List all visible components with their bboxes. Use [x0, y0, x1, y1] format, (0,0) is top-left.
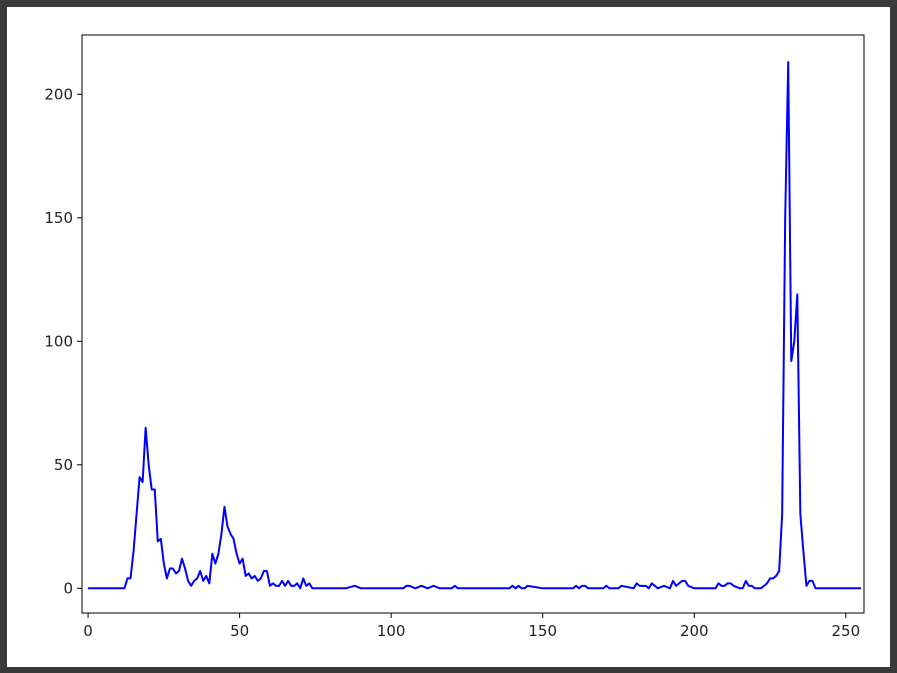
x-tick-label: 0	[83, 622, 93, 640]
x-axis: 0 50 100 150 200 250	[83, 613, 860, 640]
x-tick-label: 100	[377, 622, 406, 640]
y-tick-label: 50	[54, 456, 73, 474]
x-tick-label: 150	[528, 622, 557, 640]
y-tick-label: 200	[44, 85, 73, 103]
y-axis: 0 50 100 150 200	[44, 85, 82, 597]
x-tick-label: 50	[230, 622, 249, 640]
y-tick-label: 150	[44, 209, 73, 227]
x-tick-label: 250	[831, 622, 860, 640]
line-chart: 0 50 100 150 200 250 0 50 100 150 200	[44, 34, 865, 640]
plot-frame: 0 50 100 150 200 250 0 50 100 150 200	[7, 7, 890, 667]
series-line	[88, 61, 861, 590]
y-tick-label: 0	[63, 579, 73, 597]
x-tick-label: 200	[680, 622, 709, 640]
y-tick-label: 100	[44, 332, 73, 350]
plot-area	[81, 34, 865, 614]
